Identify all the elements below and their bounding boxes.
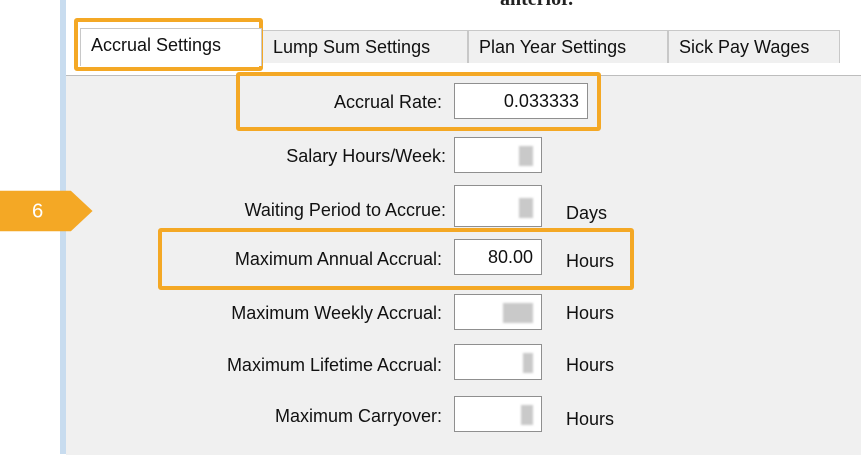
max-carryover-unit: Hours [566,409,615,429]
salary-hours-week-field[interactable] [454,137,542,173]
max-weekly-accrual-field[interactable] [454,294,542,330]
tab-plan-year-settings[interactable]: Plan Year Settings [468,30,668,63]
max-lifetime-accrual-label: Maximum Lifetime Accrual: [226,355,442,375]
max-lifetime-accrual-field[interactable] [454,344,542,380]
step-callout-badge: 6 [0,190,93,232]
tab-accrual-settings[interactable]: Accrual Settings [80,28,262,66]
tab-sick-pay-wages[interactable]: Sick Pay Wages [668,30,840,63]
step-number: 6 [32,201,43,223]
salary-hours-week-label: Salary Hours/Week: [286,146,446,166]
redacted-value [519,146,533,166]
highlight-accrual-rate [236,72,601,131]
waiting-period-field[interactable] [454,185,542,227]
waiting-period-label: Waiting Period to Accrue: [244,200,446,220]
max-lifetime-accrual-unit: Hours [566,355,615,375]
redacted-value [519,198,533,218]
waiting-period-unit: Days [566,203,608,223]
redacted-value [503,303,533,323]
tab-lump-sum-settings[interactable]: Lump Sum Settings [262,30,468,63]
max-weekly-accrual-unit: Hours [566,303,615,323]
max-carryover-field[interactable] [454,396,542,432]
max-carryover-label: Maximum Carryover: [274,406,442,426]
highlight-max-annual-accrual [158,228,634,290]
redacted-value [523,353,533,373]
cut-off-heading: anterior. [500,0,573,11]
redacted-value [521,405,533,425]
max-weekly-accrual-label: Maximum Weekly Accrual: [231,303,442,323]
